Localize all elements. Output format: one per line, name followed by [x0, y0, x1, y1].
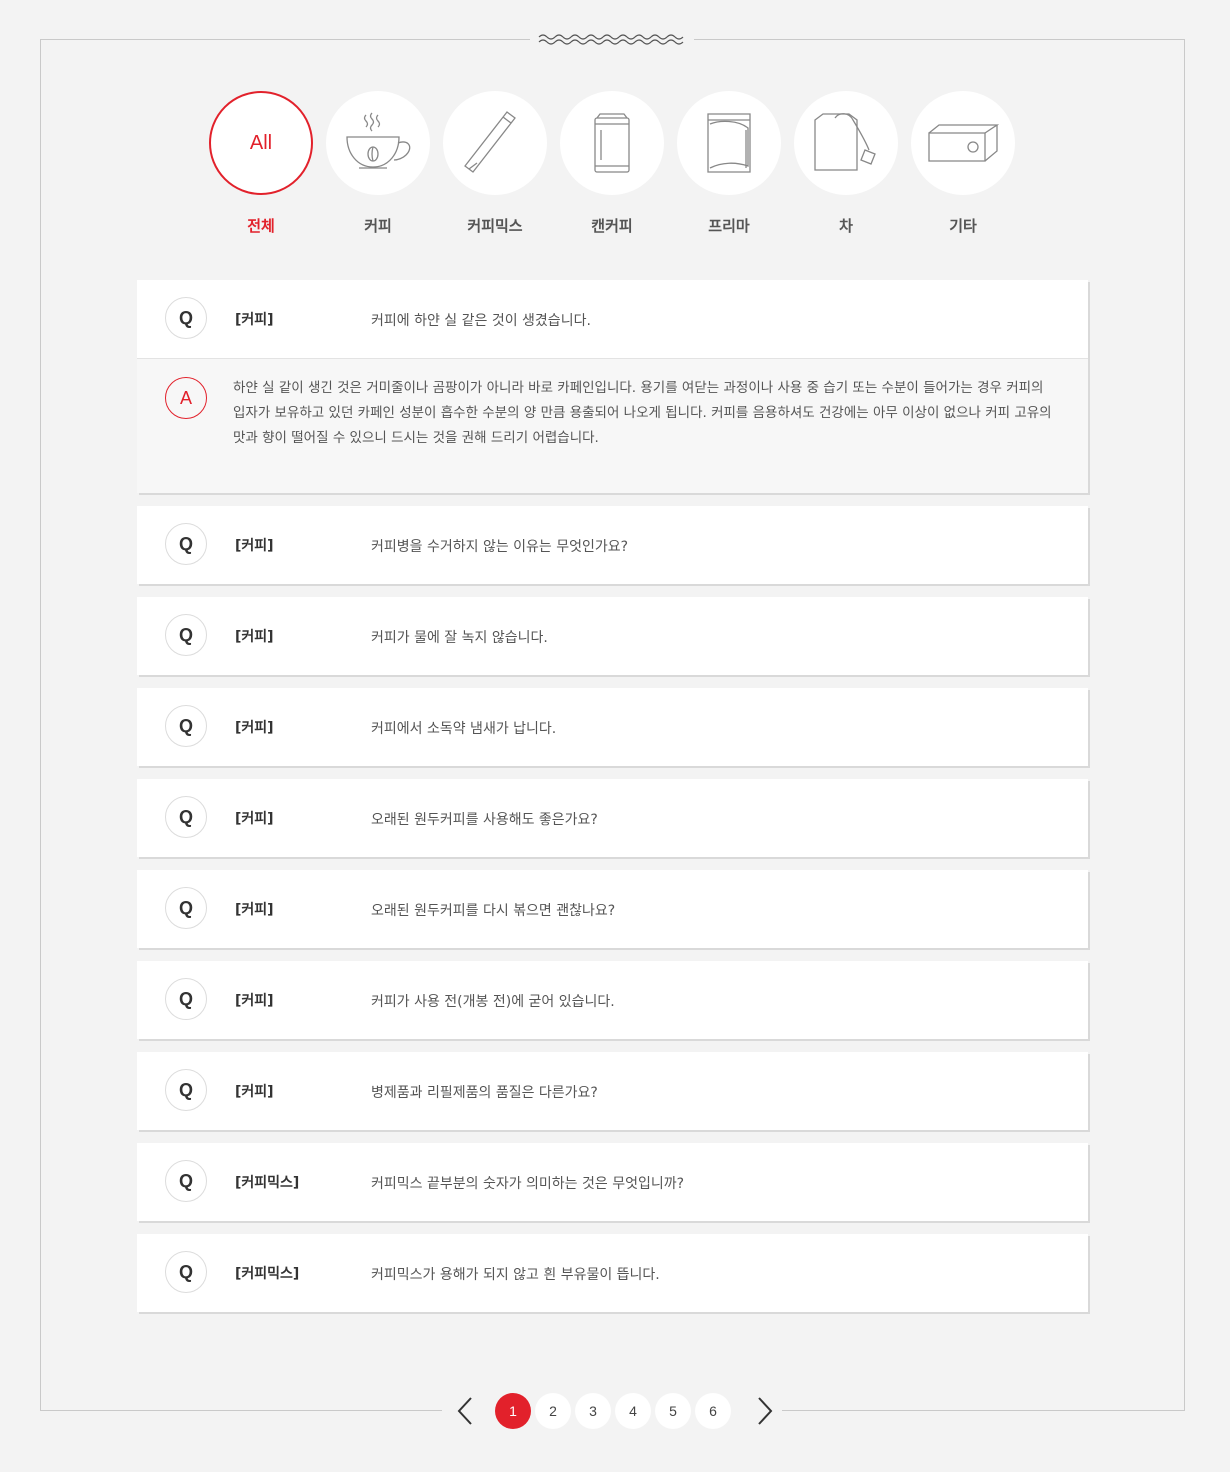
- question-badge: Q: [165, 796, 207, 838]
- category-filter: All 전체 커피 커피믹스 캔커피 프리마 차 기타: [209, 91, 1028, 236]
- box-icon: [928, 124, 999, 162]
- creamer-bag-icon: [707, 113, 751, 173]
- pagination: 1 2 3 4 5 6: [455, 1393, 775, 1429]
- faq-category: [커피]: [235, 629, 274, 645]
- category-label: 프리마: [708, 217, 750, 235]
- faq-question-row[interactable]: Q [커피믹스] 커피믹스가 용해가 되지 않고 흰 부유물이 뜹니다.: [137, 1234, 1088, 1312]
- faq-category: [커피]: [235, 993, 274, 1009]
- faq-question: 오래된 원두커피를 사용해도 좋은가요?: [371, 812, 598, 828]
- faq-question: 커피가 사용 전(개봉 전)에 굳어 있습니다.: [371, 994, 615, 1010]
- faq-question: 오래된 원두커피를 다시 볶으면 괜찮나요?: [371, 903, 616, 919]
- faq-question-row[interactable]: Q [커피] 커피가 사용 전(개봉 전)에 굳어 있습니다.: [137, 961, 1088, 1039]
- faq-answer-row: A 하얀 실 같이 생긴 것은 거미줄이나 곰팡이가 아니라 바로 카페인입니다…: [137, 358, 1088, 493]
- faq-question: 병제품과 리필제품의 품질은 다른가요?: [371, 1085, 598, 1101]
- category-creamer[interactable]: 프리마: [677, 91, 794, 236]
- faq-category: [커피]: [235, 811, 274, 827]
- faq-item: Q [커피] 오래된 원두커피를 사용해도 좋은가요?: [137, 779, 1088, 857]
- question-badge: Q: [165, 1160, 207, 1202]
- faq-question-row[interactable]: Q [커피] 커피에서 소독약 냄새가 납니다.: [137, 688, 1088, 766]
- category-etc[interactable]: 기타: [911, 91, 1028, 236]
- category-label: 전체: [247, 217, 275, 235]
- faq-question-row[interactable]: Q [커피] 커피병을 수거하지 않는 이유는 무엇인가요?: [137, 506, 1088, 584]
- faq-question: 커피믹스 끝부분의 숫자가 의미하는 것은 무엇입니까?: [371, 1176, 685, 1192]
- faq-question-row[interactable]: Q [커피] 병제품과 리필제품의 품질은 다른가요?: [137, 1052, 1088, 1130]
- question-badge: Q: [165, 614, 207, 656]
- page-button-1[interactable]: 1: [495, 1393, 531, 1429]
- faq-question: 커피병을 수거하지 않는 이유는 무엇인가요?: [371, 539, 629, 555]
- faq-category: [커피]: [235, 1084, 274, 1100]
- faq-category: [커피믹스]: [235, 1266, 300, 1282]
- faq-item: Q [커피] 커피에 하얀 실 같은 것이 생겼습니다. A 하얀 실 같이 생…: [137, 280, 1088, 493]
- faq-item: Q [커피] 커피에서 소독약 냄새가 납니다.: [137, 688, 1088, 766]
- question-badge: Q: [165, 297, 207, 339]
- faq-question-row[interactable]: Q [커피] 오래된 원두커피를 다시 볶으면 괜찮나요?: [137, 870, 1088, 948]
- faq-item: Q [커피믹스] 커피믹스가 용해가 되지 않고 흰 부유물이 뜹니다.: [137, 1234, 1088, 1312]
- page-button-3[interactable]: 3: [575, 1393, 611, 1429]
- category-label: 커피: [364, 217, 392, 235]
- category-coffee[interactable]: 커피: [326, 91, 443, 236]
- faq-question-row[interactable]: Q [커피] 커피가 물에 잘 녹지 않습니다.: [137, 597, 1088, 675]
- category-label: 커피믹스: [467, 217, 523, 235]
- faq-list: Q [커피] 커피에 하얀 실 같은 것이 생겼습니다. A 하얀 실 같이 생…: [137, 280, 1088, 1325]
- faq-category: [커피]: [235, 538, 274, 554]
- faq-question-row[interactable]: Q [커피] 오래된 원두커피를 사용해도 좋은가요?: [137, 779, 1088, 857]
- faq-item: Q [커피] 병제품과 리필제품의 품질은 다른가요?: [137, 1052, 1088, 1130]
- category-coffeemix[interactable]: 커피믹스: [443, 91, 560, 236]
- can-icon: [594, 113, 630, 173]
- faq-question-row[interactable]: Q [커피믹스] 커피믹스 끝부분의 숫자가 의미하는 것은 무엇입니까?: [137, 1143, 1088, 1221]
- chevron-left-icon[interactable]: [455, 1393, 475, 1429]
- category-label: 기타: [949, 217, 977, 235]
- faq-category: [커피]: [235, 720, 274, 736]
- faq-question: 커피가 물에 잘 녹지 않습니다.: [371, 630, 548, 646]
- category-cancoffee[interactable]: 캔커피: [560, 91, 677, 236]
- page-button-6[interactable]: 6: [695, 1393, 731, 1429]
- category-tea[interactable]: 차: [794, 91, 911, 236]
- faq-category: [커피믹스]: [235, 1175, 300, 1191]
- faq-item: Q [커피믹스] 커피믹스 끝부분의 숫자가 의미하는 것은 무엇입니까?: [137, 1143, 1088, 1221]
- tea-bag-icon: [814, 113, 876, 171]
- question-badge: Q: [165, 705, 207, 747]
- page-button-4[interactable]: 4: [615, 1393, 651, 1429]
- faq-item: Q [커피] 커피병을 수거하지 않는 이유는 무엇인가요?: [137, 506, 1088, 584]
- faq-category: [커피]: [235, 312, 274, 328]
- all-icon: All: [249, 131, 273, 154]
- chevron-right-icon[interactable]: [755, 1393, 775, 1429]
- question-badge: Q: [165, 1069, 207, 1111]
- faq-question-row[interactable]: Q [커피] 커피에 하얀 실 같은 것이 생겼습니다.: [137, 280, 1088, 358]
- faq-category: [커피]: [235, 902, 274, 918]
- page-button-5[interactable]: 5: [655, 1393, 691, 1429]
- question-badge: Q: [165, 1251, 207, 1293]
- page-list: 1 2 3 4 5 6: [495, 1393, 735, 1429]
- page-button-2[interactable]: 2: [535, 1393, 571, 1429]
- question-badge: Q: [165, 523, 207, 565]
- question-badge: Q: [165, 978, 207, 1020]
- faq-answer: 하얀 실 같이 생긴 것은 거미줄이나 곰팡이가 아니라 바로 카페인입니다. …: [233, 380, 1052, 446]
- coffee-stick-icon: [464, 111, 516, 173]
- faq-item: Q [커피] 커피가 물에 잘 녹지 않습니다.: [137, 597, 1088, 675]
- faq-question: 커피믹스가 용해가 되지 않고 흰 부유물이 뜹니다.: [371, 1267, 660, 1283]
- faq-question: 커피에 하얀 실 같은 것이 생겼습니다.: [371, 313, 591, 329]
- wave-ornament-icon: [530, 30, 694, 50]
- coffee-cup-icon: [346, 112, 411, 169]
- faq-question: 커피에서 소독약 냄새가 납니다.: [371, 721, 557, 737]
- category-all[interactable]: All 전체: [209, 91, 326, 236]
- faq-item: Q [커피] 오래된 원두커피를 다시 볶으면 괜찮나요?: [137, 870, 1088, 948]
- category-label: 차: [839, 217, 853, 235]
- question-badge: Q: [165, 887, 207, 929]
- faq-item: Q [커피] 커피가 사용 전(개봉 전)에 굳어 있습니다.: [137, 961, 1088, 1039]
- answer-badge: A: [165, 377, 207, 419]
- category-label: 캔커피: [591, 217, 633, 235]
